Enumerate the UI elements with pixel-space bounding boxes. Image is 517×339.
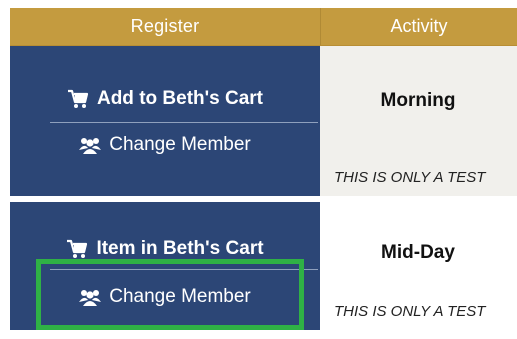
users-icon [79,136,102,154]
register-cell: Item in Beth's Cart Change Member [10,202,320,330]
cart-icon [67,89,89,109]
table-header: Register Activity [10,8,517,46]
add-to-cart-button[interactable]: Add to Beth's Cart [10,88,320,110]
header-activity: Activity [320,8,517,45]
activity-time: Mid-Day [381,242,455,263]
registration-table: Register Activity Add to Beth's Cart Cha… [0,0,517,339]
activity-cell: Mid-Day THIS IS ONLY A TEST [320,202,517,330]
divider [50,122,318,123]
register-cell: Add to Beth's Cart Change Member [10,46,320,196]
activity-time: Morning [380,90,456,111]
activity-note: THIS IS ONLY A TEST [334,169,486,186]
activity-cell: Morning THIS IS ONLY A TEST [320,46,517,196]
cart-icon [66,239,88,259]
cart-action-label: Add to Beth's Cart [96,88,264,109]
table-row: Item in Beth's Cart Change Member Mid-Da… [10,202,517,330]
activity-note: THIS IS ONLY A TEST [334,303,486,320]
item-in-cart-button[interactable]: Item in Beth's Cart [10,238,320,260]
highlight-box [36,259,304,330]
change-member-label: Change Member [109,134,251,155]
cart-action-label: Item in Beth's Cart [96,238,264,259]
change-member-button[interactable]: Change Member [10,134,320,156]
header-register: Register [130,16,200,36]
table-row: Add to Beth's Cart Change Member Morning… [10,46,517,196]
